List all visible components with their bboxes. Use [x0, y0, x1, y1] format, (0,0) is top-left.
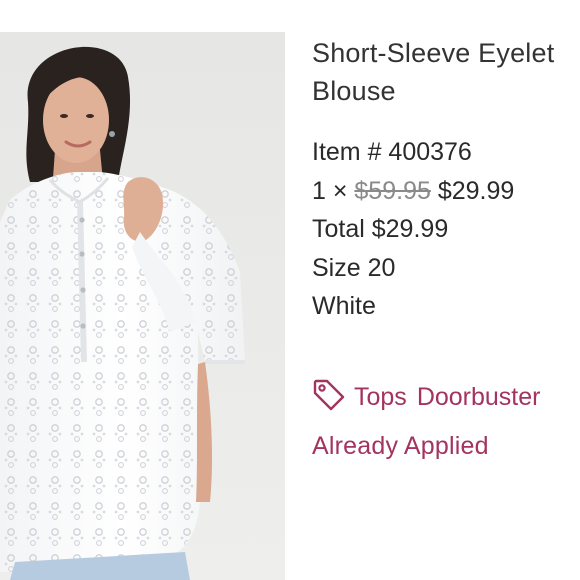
- product-meta: Item # 400376 1 × $59.95 $29.99 Total $2…: [312, 133, 580, 326]
- promotion-category[interactable]: Tops: [354, 383, 407, 411]
- sale-price: $29.99: [437, 176, 515, 205]
- promotion-status: Already Applied: [312, 432, 489, 460]
- product-details: Short-Sleeve Eyelet Blouse Item # 400376…: [312, 34, 580, 326]
- size-value: Size 20: [312, 253, 396, 282]
- product-title[interactable]: Short-Sleeve Eyelet Blouse: [312, 34, 580, 110]
- price-row: 1 × $59.95 $29.99: [312, 172, 580, 211]
- total-price: Total $29.99: [312, 215, 449, 243]
- tag-icon: [312, 378, 346, 412]
- promotion-label[interactable]: Doorbuster: [417, 383, 541, 411]
- product-title-line-1[interactable]: Short-Sleeve Eyelet: [312, 34, 580, 72]
- quantity-prefix: 1 ×: [312, 176, 348, 205]
- item-number: Item # 400376: [312, 138, 472, 166]
- original-price: $59.95: [354, 176, 431, 205]
- product-title-line-2[interactable]: Blouse: [312, 72, 580, 110]
- cart-item-card: Short-Sleeve Eyelet Blouse Item # 400376…: [0, 0, 580, 580]
- product-image[interactable]: [0, 32, 285, 580]
- promotion-row[interactable]: Tops Doorbuster: [312, 375, 580, 419]
- color-value: White: [312, 292, 376, 320]
